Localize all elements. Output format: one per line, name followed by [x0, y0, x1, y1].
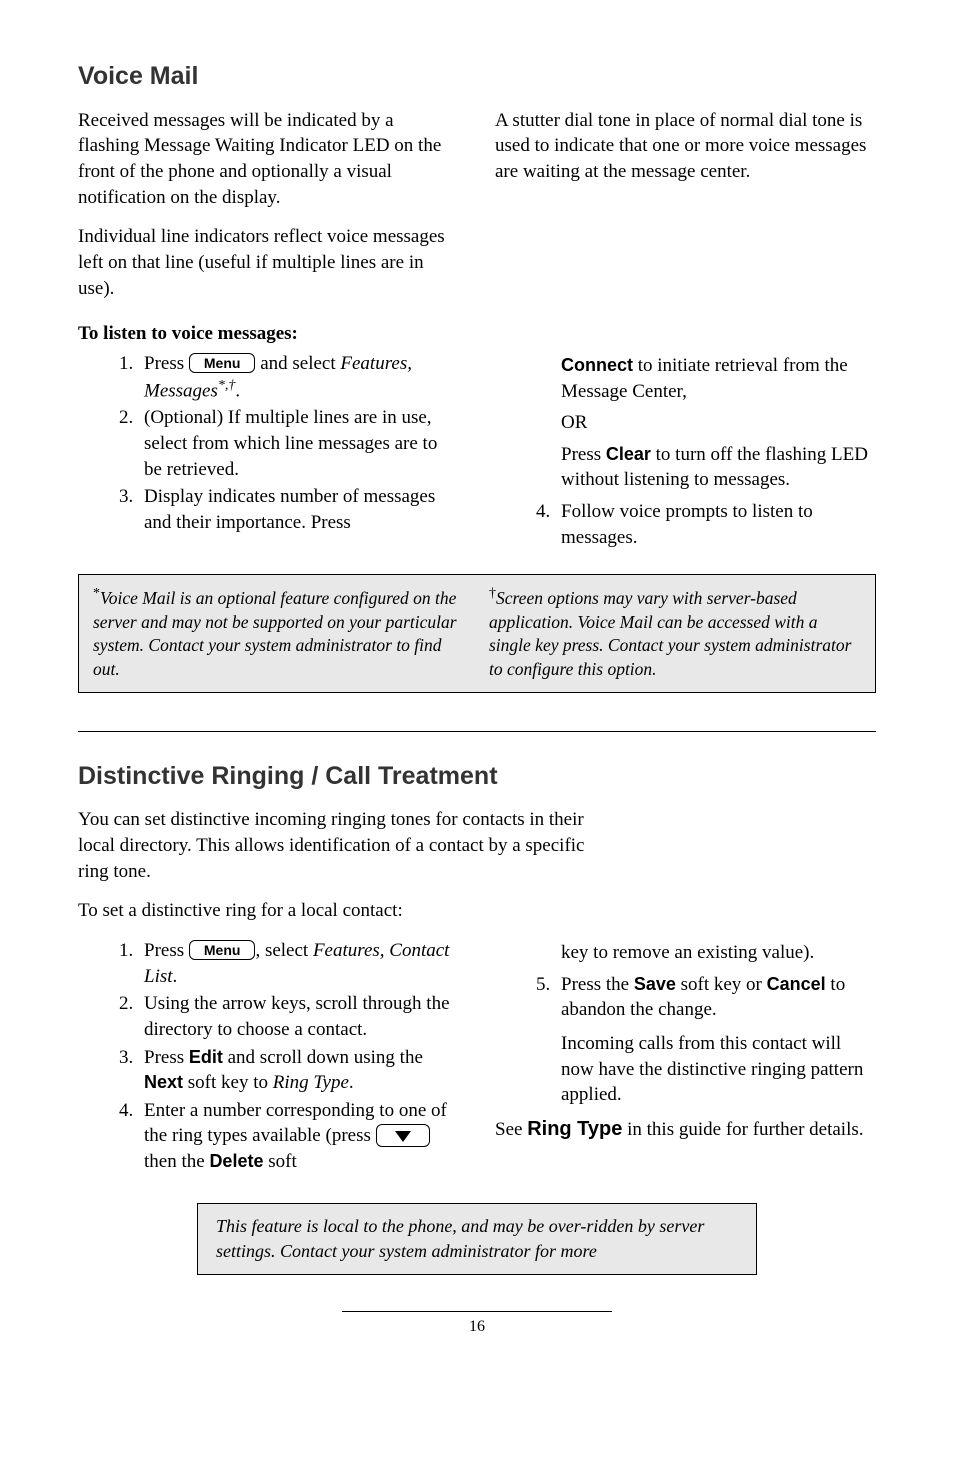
- vm-step-2: (Optional) If multiple lines are in use,…: [138, 405, 459, 482]
- vm-step-1-text-b: and select: [255, 353, 340, 374]
- dr-step-3-d: Ring Type: [273, 1072, 349, 1093]
- voice-mail-intro-left: Received messages will be indicated by a…: [78, 108, 459, 315]
- footnote-dagger-icon: †: [489, 586, 496, 601]
- dr-step-4-b: then the: [144, 1151, 209, 1172]
- dr-step-2: Using the arrow keys, scroll through the…: [138, 991, 459, 1042]
- dr-paragraph-2: To set a distinctive ring for a local co…: [78, 898, 876, 924]
- voice-mail-heading: Voice Mail: [78, 60, 876, 94]
- page-rule: [342, 1311, 612, 1312]
- vm-steps-columns: Press Menu and select Features, Messages…: [78, 351, 876, 552]
- dr-step-3: Press Edit and scroll down using the Nex…: [138, 1045, 459, 1096]
- delete-softkey: Delete: [209, 1151, 263, 1171]
- vm-step-1-text-a: Press: [144, 353, 189, 374]
- next-softkey: Next: [144, 1072, 183, 1092]
- dr-result-paragraph: Incoming calls from this contact will no…: [561, 1031, 876, 1108]
- dr-steps-columns: Press Menu, select Features, Contact Lis…: [78, 938, 876, 1177]
- voice-mail-intro-columns: Received messages will be indicated by a…: [78, 108, 876, 315]
- dr-step-1-b: , select: [255, 940, 313, 961]
- menu-key-icon: Menu: [189, 353, 256, 373]
- dr-heading: Distinctive Ringing / Call Treatment: [78, 760, 876, 794]
- vm-step-1-sup: *,†: [218, 378, 236, 393]
- edit-softkey: Edit: [189, 1047, 223, 1067]
- save-softkey: Save: [634, 974, 676, 994]
- vm-step-3: Display indicates number of messages and…: [138, 484, 459, 535]
- dr-step-1-d: .: [173, 966, 178, 987]
- dr-step-1-a: Press: [144, 940, 189, 961]
- dr-step-5-b: soft key or: [676, 974, 767, 995]
- dr-steps-left: Press Menu, select Features, Contact Lis…: [78, 938, 459, 1177]
- dr-step-4-c: soft: [263, 1151, 296, 1172]
- footnote-star-icon: *: [93, 586, 100, 601]
- dr-step-5-a: Press the: [561, 974, 634, 995]
- dr-step-1: Press Menu, select Features, Contact Lis…: [138, 938, 459, 989]
- vm-footnote-box: *Voice Mail is an optional feature confi…: [78, 574, 876, 692]
- dr-step-3-e: .: [349, 1072, 354, 1093]
- vm-step-3c-a: Press: [561, 444, 606, 465]
- dr-step-list-2: Press the Save soft key or Cancel to aba…: [495, 972, 876, 1023]
- vm-footnote-left: *Voice Mail is an optional feature confi…: [93, 585, 465, 681]
- down-arrow-key-icon: [376, 1124, 430, 1146]
- vm-or-label: OR: [561, 410, 876, 436]
- vm-step-list-2: Follow voice prompts to listen to messag…: [495, 499, 876, 550]
- clear-softkey: Clear: [606, 444, 651, 464]
- page-number: 16: [78, 1316, 876, 1338]
- dr-step-3-b: and scroll down using the: [223, 1047, 423, 1068]
- vm-footnote-left-text: Voice Mail is an optional feature config…: [93, 588, 457, 679]
- vm-listen-subhead: To listen to voice messages:: [78, 321, 876, 347]
- dr-paragraph-1: You can set distinctive incoming ringing…: [78, 807, 588, 884]
- dr-step-5: Press the Save soft key or Cancel to aba…: [555, 972, 876, 1023]
- vm-footnote-right: †Screen options may vary with server-bas…: [489, 585, 861, 681]
- dr-step-4: Enter a number corresponding to one of t…: [138, 1098, 459, 1175]
- vm-steps-right: Connect to initiate retrieval from the M…: [495, 351, 876, 552]
- dr-see-b: in this guide for further details.: [622, 1119, 863, 1140]
- voice-mail-intro-right: A stutter dial tone in place of normal d…: [495, 108, 876, 315]
- vm-step-4: Follow voice prompts to listen to messag…: [555, 499, 876, 550]
- vm-paragraph-2: Individual line indicators reflect voice…: [78, 224, 459, 301]
- dr-step-3-a: Press: [144, 1047, 189, 1068]
- chevron-down-icon: [395, 1131, 411, 1142]
- dr-step-3-c: soft key to: [183, 1072, 273, 1093]
- vm-step-1: Press Menu and select Features, Messages…: [138, 351, 459, 404]
- vm-step-list: Press Menu and select Features, Messages…: [78, 351, 459, 536]
- vm-step-3-continue: Connect to initiate retrieval from the M…: [561, 353, 876, 404]
- connect-softkey: Connect: [561, 355, 633, 375]
- dr-step-list: Press Menu, select Features, Contact Lis…: [78, 938, 459, 1175]
- menu-key-icon-2: Menu: [189, 940, 256, 960]
- section-divider: [78, 731, 876, 732]
- vm-paragraph-1: Received messages will be indicated by a…: [78, 108, 459, 211]
- dr-step-4-tail: key to remove an existing value).: [561, 940, 876, 966]
- cancel-softkey: Cancel: [767, 974, 826, 994]
- ring-type-ref: Ring Type: [527, 1118, 622, 1140]
- dr-steps-right: key to remove an existing value). Press …: [495, 938, 876, 1177]
- dr-footnote-box: This feature is local to the phone, and …: [197, 1203, 757, 1275]
- distinctive-ringing-section: Distinctive Ringing / Call Treatment You…: [78, 760, 876, 1275]
- vm-step-3c: Press Clear to turn off the flashing LED…: [561, 442, 876, 493]
- dr-see-a: See: [495, 1119, 527, 1140]
- vm-paragraph-3: A stutter dial tone in place of normal d…: [495, 108, 876, 185]
- voice-mail-section: Voice Mail Received messages will be ind…: [78, 60, 876, 693]
- vm-steps-left: Press Menu and select Features, Messages…: [78, 351, 459, 552]
- vm-step-1-text-d: .: [235, 380, 240, 401]
- dr-see-paragraph: See Ring Type in this guide for further …: [495, 1116, 876, 1143]
- vm-footnote-right-text: Screen options may vary with server-base…: [489, 588, 851, 679]
